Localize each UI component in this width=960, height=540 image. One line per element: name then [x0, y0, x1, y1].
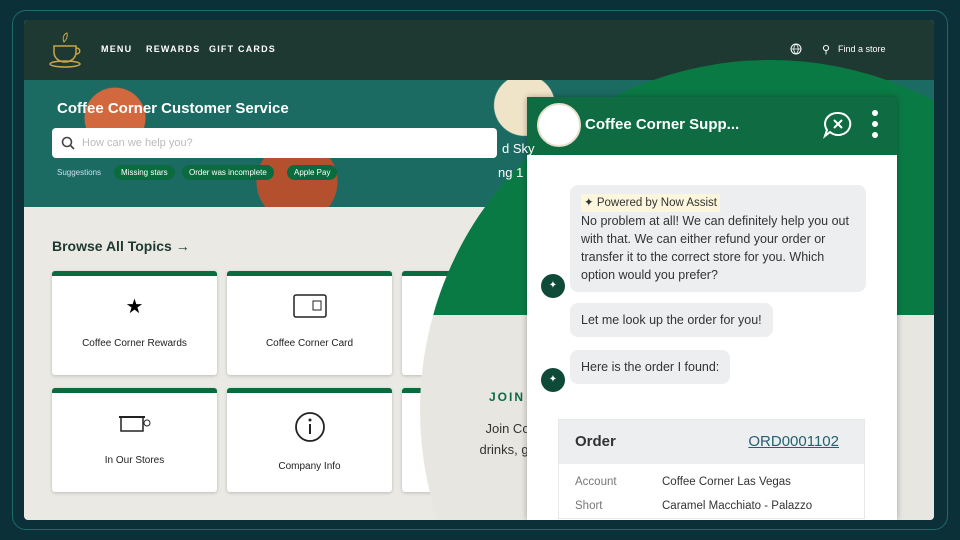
topic-card-card[interactable]: Coffee Corner Card — [227, 271, 392, 375]
order-field-label: Account — [575, 476, 617, 488]
chat-header: Coffee Corner Supp... — [527, 97, 897, 155]
topic-card-company[interactable]: Company Info — [227, 388, 392, 492]
order-field-value: Coffee Corner Las Vegas — [662, 476, 791, 488]
chat-widget: Coffee Corner Supp... ✦ Powered by Now A… — [527, 97, 897, 520]
info-icon — [227, 411, 392, 448]
find-store-link[interactable]: Find a store — [838, 44, 886, 54]
location-pin-icon[interactable]: ⚲ — [822, 43, 830, 56]
page-title: Coffee Corner Customer Service — [57, 100, 289, 117]
order-number-link[interactable]: ORD0001102 — [748, 433, 839, 450]
browse-topics-link[interactable]: Browse All Topics → — [52, 238, 190, 254]
store-icon — [52, 411, 217, 440]
order-card: Order ORD0001102 Account Coffee Corner La… — [558, 419, 865, 519]
search-input[interactable]: How can we help you? — [52, 128, 497, 158]
bot-message: ✦ Powered by Now Assist No problem at all… — [570, 185, 866, 292]
topic-card-rewards[interactable]: ★ Coffee Corner Rewards — [52, 271, 217, 375]
suggestions-label: Suggestions — [57, 168, 102, 177]
order-label: Order — [575, 433, 616, 450]
star-icon: ★ — [125, 296, 144, 318]
card-label: In Our Stores — [104, 455, 165, 466]
card-label: Coffee Corner Card — [265, 338, 354, 349]
nav-menu[interactable]: MENU — [101, 44, 132, 54]
chip-order-incomplete[interactable]: Order was incomplete — [182, 165, 274, 180]
nav-gift-cards[interactable]: GIFT CARDS — [209, 44, 276, 54]
search-placeholder: How can we help you? — [82, 137, 193, 149]
join-heading: JOIN — [489, 390, 526, 404]
search-icon — [61, 136, 75, 150]
chat-avatar — [537, 103, 581, 147]
card-label: Coffee Corner Rewards — [82, 338, 187, 349]
topic-card-stores[interactable]: In Our Stores — [52, 388, 217, 492]
bot-message: Here is the order I found: — [570, 350, 731, 384]
end-chat-icon[interactable] — [823, 111, 853, 139]
bot-avatar-icon: ✦ — [541, 368, 565, 392]
banner-bg-text: ng 1 mi — [498, 165, 541, 180]
bot-message: Let me look up the order for you! — [570, 303, 773, 337]
order-field-label: Short — [575, 500, 603, 512]
chat-title: Coffee Corner Supp... — [585, 116, 740, 133]
banner-bg-text: d Sky — [502, 141, 535, 156]
bot-avatar-icon: ✦ — [541, 274, 565, 298]
card-icon — [227, 294, 392, 323]
chip-apple-pay[interactable]: Apple Pay — [287, 165, 338, 180]
globe-icon[interactable] — [790, 43, 802, 55]
card-label: Company Info — [278, 461, 341, 472]
browser-screen: MENU REWARDS GIFT CARDS ⚲ Find a store C… — [24, 20, 934, 520]
powered-badge: ✦ Powered by Now Assist — [581, 194, 721, 212]
chip-missing-stars[interactable]: Missing stars — [114, 165, 175, 180]
coffee-logo-icon — [49, 32, 81, 68]
order-field-value: Caramel Macchiato - Palazzo — [662, 500, 813, 512]
more-options-icon[interactable] — [871, 109, 879, 139]
nav-rewards[interactable]: REWARDS — [146, 44, 200, 54]
